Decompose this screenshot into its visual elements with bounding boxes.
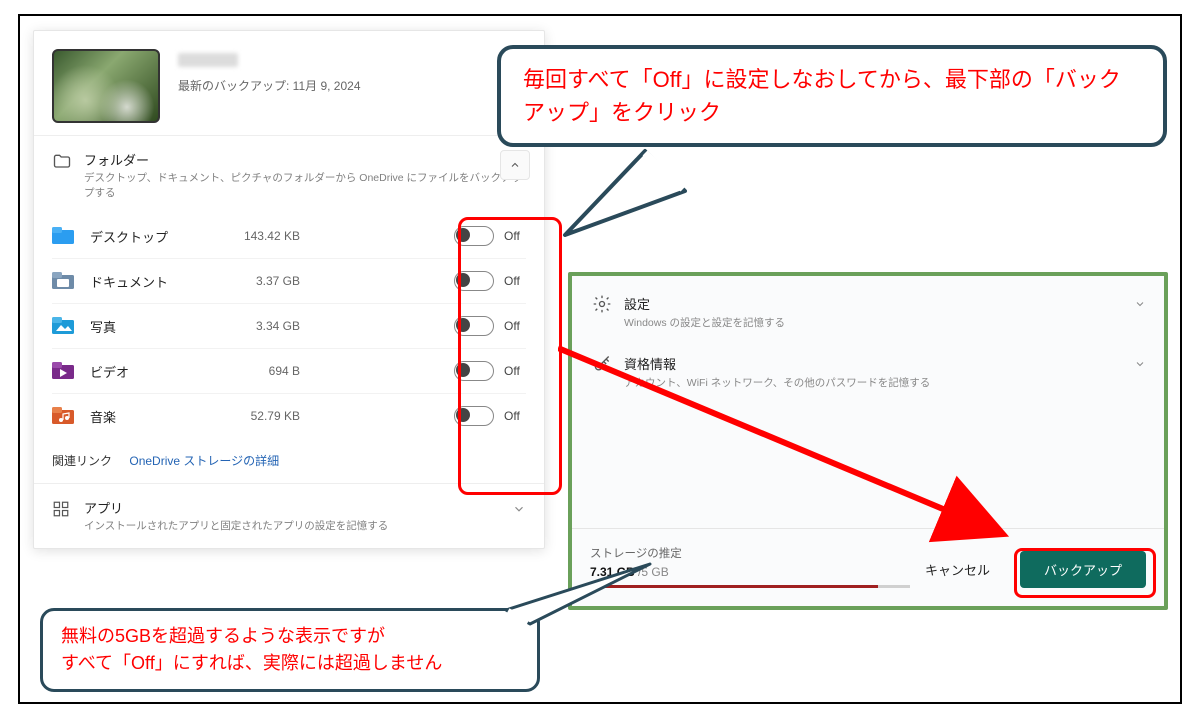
folder-size: 143.42 KB bbox=[210, 229, 300, 243]
toggle-state-label: Off bbox=[504, 274, 526, 288]
folder-backup-toggle[interactable] bbox=[454, 226, 494, 246]
toggle-state-label: Off bbox=[504, 229, 526, 243]
gear-icon bbox=[592, 294, 612, 314]
apps-subtitle: インストールされたアプリと固定されたアプリの設定を記憶する bbox=[84, 519, 388, 534]
cancel-button[interactable]: キャンセル bbox=[909, 552, 1006, 587]
folder-outline-icon bbox=[52, 152, 72, 172]
folders-list: デスクトップ 143.42 KB Off ドキュメント 3.37 GB Off … bbox=[34, 214, 544, 438]
backup-dialog-panel: 設定 Windows の設定と設定を記憶する 資格情報アカウント、WiFi ネット… bbox=[568, 272, 1168, 610]
folder-size: 3.37 GB bbox=[210, 274, 300, 288]
toggle-state-label: Off bbox=[504, 409, 526, 423]
backup-button[interactable]: バックアップ bbox=[1020, 551, 1146, 588]
apps-grid-icon bbox=[52, 500, 72, 520]
chevron-down-icon bbox=[512, 502, 526, 516]
annotation-callout-2: 無料の5GBを超過するような表示ですが すべて「Off」にすれば、実際には超過し… bbox=[40, 608, 540, 692]
key-icon bbox=[592, 354, 612, 374]
folder-type-icon bbox=[52, 317, 74, 335]
collapse-button[interactable] bbox=[500, 150, 530, 180]
backup-settings-panel: 最新のバックアップ: 11月 9, 2024 フォルダー デスクトップ、ドキュメ… bbox=[33, 30, 545, 549]
folder-row: 音楽 52.79 KB Off bbox=[52, 393, 526, 438]
folder-type-icon bbox=[52, 362, 74, 380]
apps-title: アプリ bbox=[84, 498, 388, 517]
folder-size: 52.79 KB bbox=[210, 409, 300, 423]
chevron-down-icon bbox=[1134, 358, 1146, 370]
device-header: 最新のバックアップ: 11月 9, 2024 bbox=[34, 31, 544, 135]
option-title: 設定 bbox=[624, 294, 785, 313]
folder-size: 3.34 GB bbox=[210, 319, 300, 333]
folder-name: デスクトップ bbox=[90, 227, 210, 246]
option-subtitle: Windows の設定と設定を記憶する bbox=[624, 315, 785, 330]
backup-option-row[interactable]: 資格情報アカウント、WiFi ネットワーク、その他のパスワードを記憶する bbox=[582, 342, 1154, 402]
annotation-callout-1: 毎回すべて「Off」に設定しなおしてから、最下部の「バックアップ」をクリック bbox=[497, 45, 1167, 147]
onedrive-storage-link[interactable]: OneDrive ストレージの詳細 bbox=[129, 454, 279, 468]
device-wallpaper-thumbnail bbox=[52, 49, 160, 123]
last-backup-label: 最新のバックアップ: 11月 9, 2024 bbox=[178, 77, 526, 94]
folder-type-icon bbox=[52, 272, 74, 290]
folder-size: 694 B bbox=[210, 364, 300, 378]
folders-title: フォルダー bbox=[84, 150, 526, 169]
folder-type-icon bbox=[52, 227, 74, 245]
folder-row: デスクトップ 143.42 KB Off bbox=[52, 214, 526, 258]
folders-subtitle: デスクトップ、ドキュメント、ピクチャのフォルダーから OneDrive にファイ… bbox=[84, 171, 526, 200]
folder-name: 写真 bbox=[90, 317, 210, 336]
folder-row: ビデオ 694 B Off bbox=[52, 348, 526, 393]
folder-backup-toggle[interactable] bbox=[454, 271, 494, 291]
folder-type-icon bbox=[52, 407, 74, 425]
folder-row: 写真 3.34 GB Off bbox=[52, 303, 526, 348]
option-subtitle: アカウント、WiFi ネットワーク、その他のパスワードを記憶する bbox=[624, 375, 930, 390]
folder-backup-toggle[interactable] bbox=[454, 316, 494, 336]
related-links: 関連リンク OneDrive ストレージの詳細 bbox=[34, 438, 544, 483]
related-label: 関連リンク bbox=[52, 454, 112, 468]
option-title: 資格情報 bbox=[624, 354, 930, 373]
folder-name: 音楽 bbox=[90, 407, 210, 426]
folder-backup-toggle[interactable] bbox=[454, 361, 494, 381]
folder-row: ドキュメント 3.37 GB Off bbox=[52, 258, 526, 303]
apps-section-header[interactable]: アプリ インストールされたアプリと固定されたアプリの設定を記憶する bbox=[34, 483, 544, 548]
toggle-state-label: Off bbox=[504, 319, 526, 333]
folder-name: ドキュメント bbox=[90, 272, 210, 291]
chevron-down-icon bbox=[1134, 298, 1146, 310]
backup-option-row[interactable]: 設定 Windows の設定と設定を記憶する bbox=[582, 282, 1154, 342]
device-name-redacted bbox=[178, 53, 238, 67]
backup-options-list: 設定 Windows の設定と設定を記憶する 資格情報アカウント、WiFi ネット… bbox=[572, 276, 1164, 408]
folders-section-header[interactable]: フォルダー デスクトップ、ドキュメント、ピクチャのフォルダーから OneDriv… bbox=[34, 135, 544, 214]
folder-backup-toggle[interactable] bbox=[454, 406, 494, 426]
folder-name: ビデオ bbox=[90, 362, 210, 381]
toggle-state-label: Off bbox=[504, 364, 526, 378]
